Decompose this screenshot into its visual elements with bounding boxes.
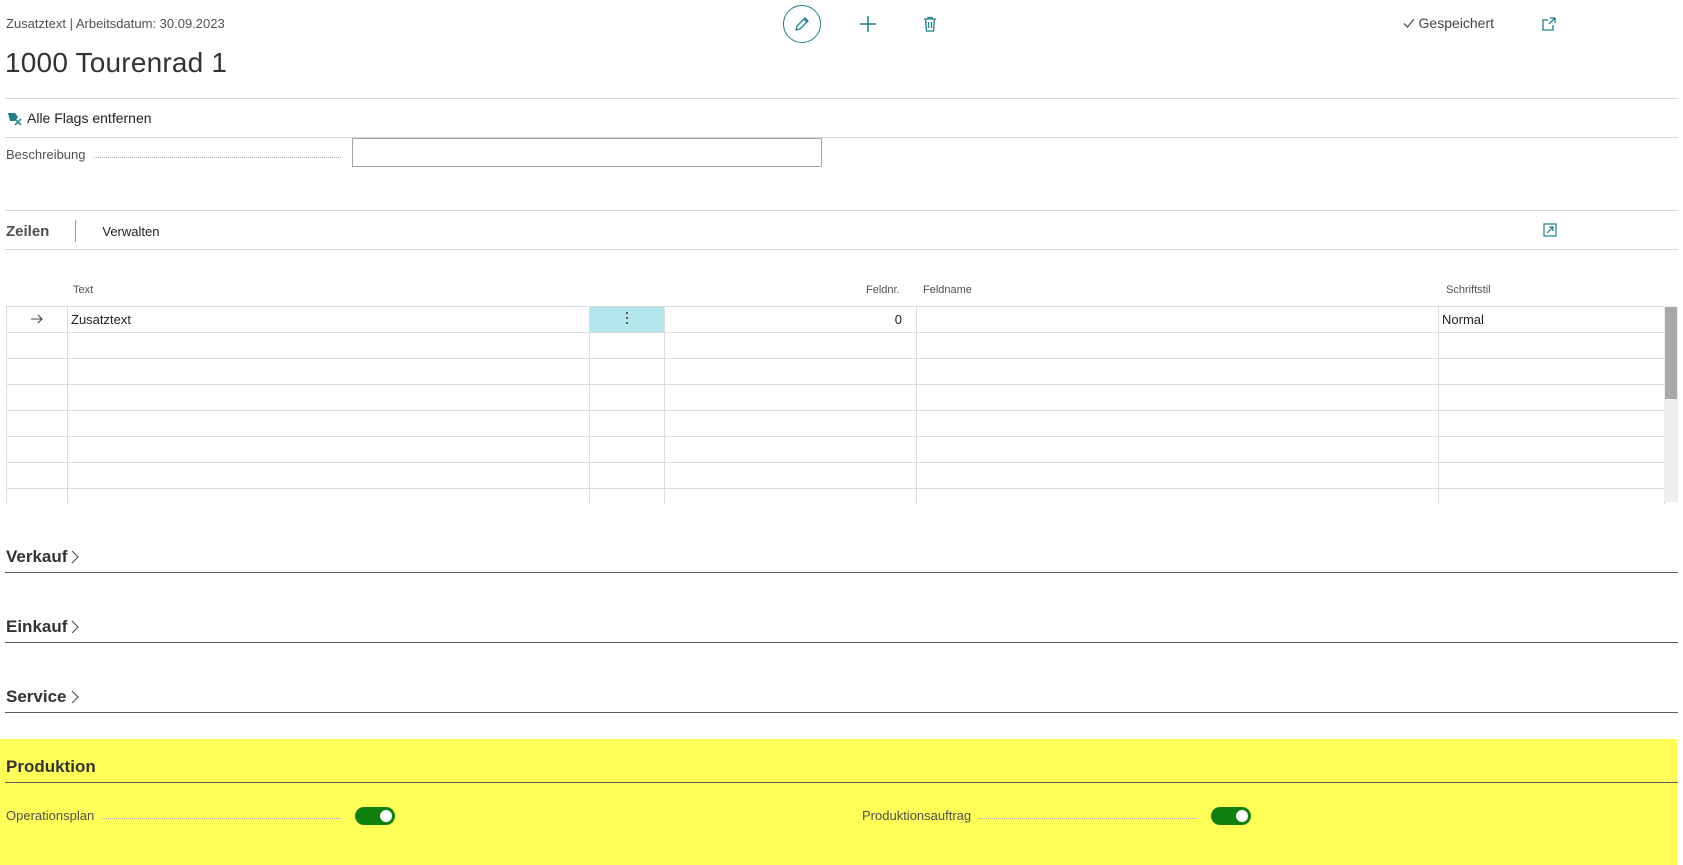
new-button[interactable] — [853, 9, 883, 39]
section-sales-title: Verkauf — [6, 547, 68, 566]
lines-tabs: Zeilen Verwalten — [6, 220, 159, 242]
cell-field-name[interactable] — [916, 306, 1439, 333]
popout-icon — [1542, 17, 1556, 31]
chevron-right-icon — [72, 550, 80, 564]
row-selector[interactable] — [6, 306, 68, 333]
plus-icon — [860, 16, 876, 32]
dotted-leader — [93, 157, 341, 158]
page-title: 1000 Tourenrad 1 — [5, 47, 228, 78]
description-input[interactable] — [352, 138, 822, 167]
prod-order-row: Produktionsauftrag — [862, 808, 1205, 823]
table-row[interactable] — [6, 332, 1665, 359]
open-new-window-button[interactable] — [1541, 16, 1557, 37]
column-header-font-style[interactable]: Schriftstil — [1446, 284, 1491, 296]
page-actions — [783, 5, 945, 43]
table-row[interactable] — [6, 358, 1665, 385]
table-row[interactable] — [6, 410, 1665, 437]
divider — [5, 210, 1678, 211]
section-divider — [5, 572, 1678, 573]
section-divider — [5, 712, 1678, 713]
edit-button[interactable] — [783, 5, 821, 43]
section-service[interactable]: Service — [6, 687, 80, 707]
column-header-field-name[interactable]: Feldname — [923, 284, 972, 296]
dotted-leader — [102, 818, 341, 819]
section-purchase[interactable]: Einkauf — [6, 617, 80, 637]
table-row[interactable] — [6, 462, 1665, 489]
divider — [5, 98, 1678, 99]
column-header-field-no[interactable]: Feldnr. — [866, 284, 900, 296]
pencil-icon — [795, 17, 809, 31]
delete-button[interactable] — [915, 9, 945, 39]
trash-icon — [924, 16, 936, 32]
section-sales[interactable]: Verkauf — [6, 547, 80, 567]
routing-row: Operationsplan — [6, 808, 349, 823]
table-row[interactable] — [6, 488, 1665, 504]
table-row[interactable] — [6, 384, 1665, 411]
saved-label: Gespeichert — [1418, 15, 1494, 31]
tab-lines[interactable]: Zeilen — [6, 223, 49, 240]
description-row: Beschreibung — [6, 147, 349, 162]
check-icon — [1403, 18, 1415, 28]
expand-icon — [1543, 223, 1557, 237]
row-menu-button[interactable] — [589, 306, 665, 333]
expand-lines-button[interactable] — [1543, 223, 1557, 242]
section-production[interactable]: Produktion — [6, 757, 96, 777]
production-section — [0, 739, 1677, 865]
dotted-leader — [979, 818, 1197, 819]
divider — [5, 137, 1678, 138]
cell-text[interactable]: Zusatztext — [67, 306, 590, 333]
description-label: Beschreibung — [6, 147, 86, 162]
saved-status: Gespeichert — [1402, 15, 1494, 31]
cell-field-no[interactable]: 0 — [664, 306, 917, 333]
tab-separator — [75, 220, 77, 242]
table-row[interactable] — [6, 436, 1665, 463]
section-divider — [5, 642, 1678, 643]
section-divider — [5, 782, 1678, 783]
routing-label: Operationsplan — [6, 808, 95, 823]
more-vertical-icon — [626, 312, 628, 324]
section-purchase-title: Einkauf — [6, 617, 68, 636]
divider — [5, 249, 1678, 250]
tab-manage[interactable]: Verwalten — [102, 224, 159, 239]
chevron-right-icon — [71, 620, 80, 634]
remove-flags-label: Alle Flags entfernen — [27, 110, 152, 126]
section-production-title: Produktion — [6, 757, 96, 776]
flag-remove-icon — [8, 113, 22, 126]
section-service-title: Service — [6, 687, 67, 706]
table-row[interactable]: Zusatztext 0 Normal — [6, 306, 1665, 333]
grid-scrollbar-thumb[interactable] — [1665, 307, 1677, 399]
lines-grid: Zusatztext 0 Normal — [6, 306, 1677, 504]
prod-order-toggle[interactable] — [1211, 807, 1251, 825]
routing-toggle[interactable] — [355, 807, 395, 825]
cell-font-style[interactable]: Normal — [1438, 306, 1665, 333]
arrow-right-icon — [31, 314, 43, 324]
remove-flags-button[interactable]: Alle Flags entfernen — [6, 110, 152, 126]
prod-order-label: Produktionsauftrag — [862, 808, 972, 823]
breadcrumb: Zusatztext | Arbeitsdatum: 30.09.2023 — [6, 16, 225, 31]
column-header-text[interactable]: Text — [73, 284, 93, 296]
chevron-right-icon — [71, 690, 79, 704]
